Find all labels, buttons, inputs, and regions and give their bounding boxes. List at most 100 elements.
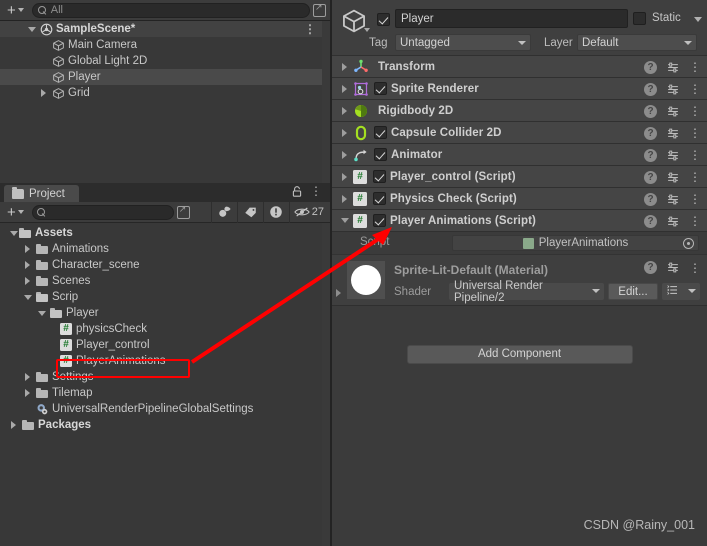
hierarchy-item-main-camera[interactable]: Main Camera — [0, 37, 322, 53]
component-enabled-checkbox[interactable] — [374, 148, 387, 161]
preset-icon[interactable] — [666, 193, 680, 206]
chevron-down-icon[interactable] — [364, 28, 370, 32]
chevron-right-icon[interactable] — [336, 289, 341, 297]
component-row-sprite-renderer[interactable]: Sprite Renderer ? ⋮ — [332, 78, 707, 100]
shader-preferences-button[interactable] — [662, 283, 700, 300]
preset-icon[interactable] — [666, 149, 680, 162]
component-kebab-icon[interactable]: ⋮ — [689, 127, 701, 139]
script-object-field[interactable]: PlayerAnimations — [452, 235, 699, 251]
search-by-type-icon[interactable] — [210, 201, 237, 223]
preset-icon[interactable] — [666, 215, 680, 228]
project-item-character-scene[interactable]: Character_scene — [0, 257, 322, 273]
help-icon[interactable]: ? — [644, 60, 657, 74]
component-row-animator[interactable]: Animator ? ⋮ — [332, 144, 707, 166]
hierarchy-scrollbar[interactable] — [322, 21, 330, 183]
component-kebab-icon[interactable]: ⋮ — [689, 171, 701, 183]
hierarchy-add-button[interactable]: + — [4, 2, 30, 19]
help-icon[interactable]: ? — [644, 261, 657, 274]
project-item-scrip[interactable]: Scrip — [0, 289, 322, 305]
warning-filter-icon[interactable] — [262, 201, 289, 223]
hierarchy-item-samplescene[interactable]: SampleScene* ⋮ — [0, 21, 322, 37]
gameobject-name-input[interactable]: Player — [395, 9, 628, 28]
chevron-right-icon[interactable] — [338, 172, 351, 181]
project-add-button[interactable]: + — [4, 204, 30, 221]
component-row-capsule-collider-2d[interactable]: Capsule Collider 2D ? ⋮ — [332, 122, 707, 144]
material-kebab-icon[interactable]: ⋮ — [689, 262, 701, 274]
help-icon[interactable]: ? — [644, 82, 657, 96]
chevron-down-icon[interactable] — [36, 310, 47, 316]
project-item-settings[interactable]: Settings — [0, 369, 322, 385]
tab-project[interactable]: Project — [4, 185, 79, 202]
add-component-button[interactable]: Add Component — [406, 344, 633, 364]
preset-icon[interactable] — [666, 261, 680, 274]
object-picker-icon[interactable] — [683, 238, 694, 249]
chevron-right-icon[interactable] — [338, 128, 351, 137]
component-row-player-animations[interactable]: # Player Animations (Script) ? ⋮ — [332, 210, 707, 232]
project-item-assets[interactable]: Assets — [0, 225, 322, 241]
open-in-window-icon[interactable] — [313, 2, 326, 17]
search-by-label-icon[interactable] — [236, 201, 263, 223]
lock-icon[interactable] — [292, 186, 302, 197]
chevron-right-icon[interactable] — [338, 84, 351, 93]
shader-dropdown[interactable]: Universal Render Pipeline/2 — [449, 280, 604, 304]
open-in-window-icon[interactable] — [176, 204, 190, 219]
chevron-down-icon[interactable] — [22, 294, 33, 300]
tag-dropdown[interactable]: Untagged — [395, 34, 531, 51]
project-item-packages[interactable]: Packages — [0, 417, 322, 433]
chevron-right-icon[interactable] — [338, 194, 351, 203]
preset-icon[interactable] — [666, 171, 680, 184]
component-row-rigidbody-2d[interactable]: Rigidbody 2D ? ⋮ — [332, 100, 707, 122]
component-enabled-checkbox[interactable] — [374, 82, 387, 95]
help-icon[interactable]: ? — [644, 214, 657, 228]
project-item-player-folder[interactable]: Player — [0, 305, 322, 321]
layer-dropdown[interactable]: Default — [577, 34, 697, 51]
help-icon[interactable]: ? — [644, 170, 657, 184]
component-enabled-checkbox[interactable] — [373, 170, 386, 183]
hierarchy-kebab-icon[interactable]: ⋮ — [304, 23, 316, 35]
preset-icon[interactable] — [666, 83, 680, 96]
preset-icon[interactable] — [666, 61, 680, 74]
component-enabled-checkbox[interactable] — [373, 192, 386, 205]
hidden-items-count[interactable]: 27 — [288, 201, 330, 223]
component-kebab-icon[interactable]: ⋮ — [689, 105, 701, 117]
chevron-right-icon[interactable] — [22, 245, 33, 253]
gameobject-enabled-checkbox[interactable] — [377, 13, 390, 26]
component-row-transform[interactable]: Transform ? ⋮ — [332, 56, 707, 78]
chevron-down-icon[interactable] — [26, 26, 37, 32]
chevron-right-icon[interactable] — [22, 389, 33, 397]
hierarchy-item-global-light-2d[interactable]: Global Light 2D — [0, 53, 322, 69]
project-item-player-control[interactable]: # Player_control — [0, 337, 322, 353]
component-kebab-icon[interactable]: ⋮ — [689, 83, 701, 95]
help-icon[interactable]: ? — [644, 148, 657, 162]
hierarchy-item-grid[interactable]: Grid — [0, 85, 322, 101]
chevron-right-icon[interactable] — [38, 89, 49, 97]
help-icon[interactable]: ? — [644, 126, 657, 140]
chevron-right-icon[interactable] — [338, 62, 351, 71]
chevron-right-icon[interactable] — [22, 261, 33, 269]
preset-icon[interactable] — [666, 105, 680, 118]
help-icon[interactable]: ? — [644, 104, 657, 118]
project-item-scenes[interactable]: Scenes — [0, 273, 322, 289]
project-item-physicscheck[interactable]: # physicsCheck — [0, 321, 322, 337]
project-scrollbar[interactable] — [322, 223, 330, 546]
component-kebab-icon[interactable]: ⋮ — [689, 149, 701, 161]
component-row-physics-check[interactable]: # Physics Check (Script) ? ⋮ — [332, 188, 707, 210]
chevron-right-icon[interactable] — [22, 277, 33, 285]
project-search-input[interactable] — [31, 204, 174, 220]
project-item-animations[interactable]: Animations — [0, 241, 322, 257]
component-kebab-icon[interactable]: ⋮ — [689, 215, 701, 227]
project-item-urp-global-settings[interactable]: UniversalRenderPipelineGlobalSettings — [0, 401, 322, 417]
chevron-down-icon[interactable] — [694, 17, 702, 22]
project-item-playeranimations[interactable]: # PlayerAnimations — [0, 353, 322, 369]
edit-shader-button[interactable]: Edit... — [608, 283, 658, 300]
help-icon[interactable]: ? — [644, 192, 657, 206]
preset-icon[interactable] — [666, 127, 680, 140]
component-kebab-icon[interactable]: ⋮ — [689, 193, 701, 205]
project-kebab-icon[interactable]: ⋮ — [310, 185, 322, 198]
chevron-right-icon[interactable] — [338, 106, 351, 115]
chevron-down-icon[interactable] — [338, 218, 351, 223]
hierarchy-item-player[interactable]: Player — [0, 69, 322, 85]
chevron-right-icon[interactable] — [22, 373, 33, 381]
component-enabled-checkbox[interactable] — [373, 214, 386, 227]
chevron-right-icon[interactable] — [8, 421, 19, 429]
